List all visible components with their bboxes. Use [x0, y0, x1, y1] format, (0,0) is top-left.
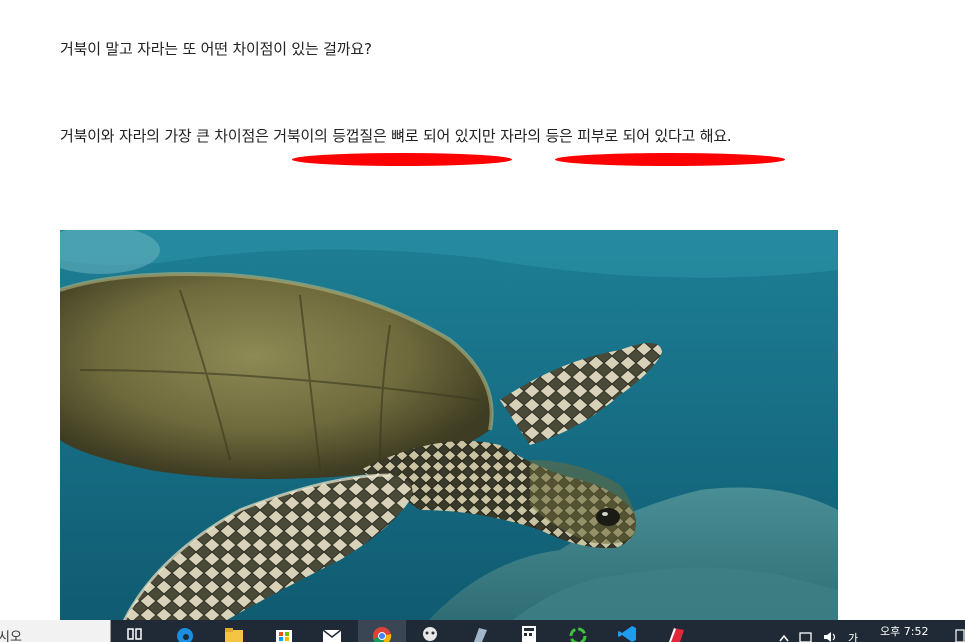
windows-taskbar: 시오 가 오후 7:52: [0, 620, 965, 642]
app-icon[interactable]: [420, 624, 440, 642]
notification-icon[interactable]: [955, 628, 965, 642]
tray-chevron-up-icon[interactable]: [778, 628, 790, 642]
paragraph-answer: 거북이와 자라의 가장 큰 차이점은 거북이의 등껍질은 뼈로 되어 있지만 자…: [60, 127, 732, 145]
ime-indicator[interactable]: 가: [848, 630, 858, 642]
app-icon-2[interactable]: [470, 624, 490, 642]
network-icon[interactable]: [798, 628, 814, 642]
edge-icon[interactable]: [175, 624, 195, 642]
vscode-icon[interactable]: [617, 624, 637, 642]
search-placeholder: 시오: [0, 630, 22, 642]
app-icon-4[interactable]: [666, 624, 686, 642]
taskbar-search-box[interactable]: 시오: [0, 620, 111, 642]
store-icon[interactable]: [274, 624, 294, 642]
volume-icon[interactable]: [822, 628, 840, 642]
file-explorer-icon[interactable]: [224, 624, 244, 642]
taskbar-clock[interactable]: 오후 7:52: [880, 623, 928, 639]
app-icon-3[interactable]: [568, 624, 588, 642]
red-highlight-underline: [555, 153, 785, 166]
chrome-icon[interactable]: [372, 624, 392, 642]
task-view-icon[interactable]: [125, 624, 145, 642]
paragraph-question: 거북이 말고 자라는 또 어떤 차이점이 있는 걸까요?: [60, 40, 372, 58]
sea-turtle-photo: [60, 230, 838, 630]
mail-icon[interactable]: [322, 624, 342, 642]
red-highlight-underline: [292, 153, 512, 166]
calculator-icon[interactable]: [519, 624, 539, 642]
